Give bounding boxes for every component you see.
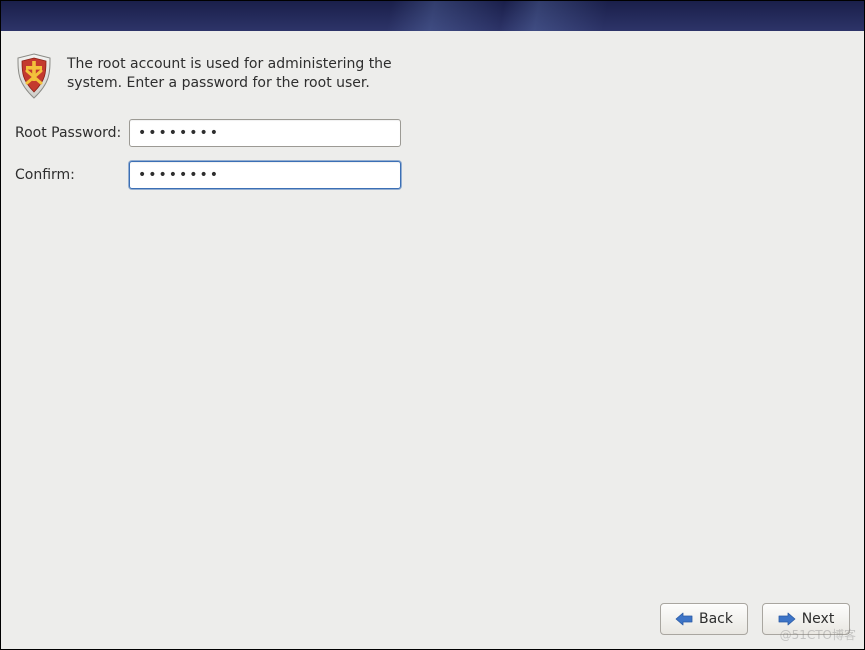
root-password-row: Root Password:	[15, 119, 850, 147]
confirm-input[interactable]	[129, 161, 401, 189]
arrow-left-icon	[675, 612, 693, 626]
back-button[interactable]: Back	[660, 603, 748, 635]
installer-banner	[1, 1, 864, 31]
back-button-label: Back	[699, 611, 733, 627]
next-button-label: Next	[802, 611, 835, 627]
intro-section: The root account is used for administeri…	[15, 53, 850, 101]
content-area: The root account is used for administeri…	[1, 31, 864, 603]
shield-icon	[15, 53, 53, 101]
root-password-label: Root Password:	[15, 125, 129, 141]
root-password-input[interactable]	[129, 119, 401, 147]
confirm-label: Confirm:	[15, 167, 129, 183]
footer-nav: Back Next	[1, 603, 864, 649]
arrow-right-icon	[778, 612, 796, 626]
confirm-row: Confirm:	[15, 161, 850, 189]
next-button[interactable]: Next	[762, 603, 850, 635]
intro-text: The root account is used for administeri…	[67, 53, 407, 93]
